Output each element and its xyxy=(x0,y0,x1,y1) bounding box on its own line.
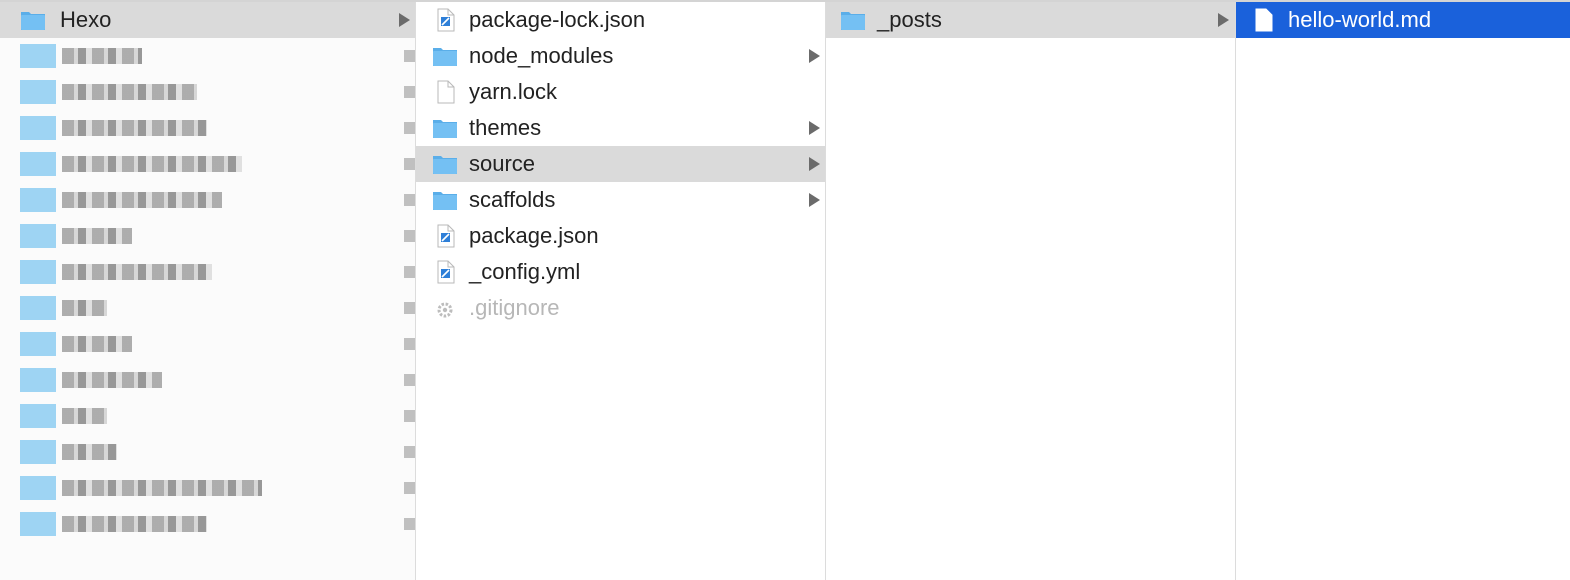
folder-icon xyxy=(433,156,457,174)
chevron-right-icon xyxy=(809,157,820,171)
blurred-folder-icon xyxy=(20,440,56,464)
list-item-label: yarn.lock xyxy=(469,79,558,104)
list-item[interactable]: _config.yml xyxy=(416,254,825,290)
blurred-folder-icon xyxy=(20,368,56,392)
blurred-chevron-icon xyxy=(404,482,415,494)
blurred-label xyxy=(62,120,207,136)
blurred-label xyxy=(62,516,207,532)
column-hexo[interactable]: package-lock.json node_modules yarn.lock th… xyxy=(416,2,826,580)
blurred-label xyxy=(62,48,142,64)
folder-icon xyxy=(21,12,45,30)
column-posts[interactable]: hello-world.md xyxy=(1236,2,1570,580)
list-item-hexo[interactable]: Hexo xyxy=(0,2,415,38)
list-item-label: package.json xyxy=(469,223,599,248)
list-item[interactable]: scaffolds xyxy=(416,182,825,218)
list-item-label: .gitignore xyxy=(469,295,560,320)
folder-icon xyxy=(841,12,865,30)
blurred-chevron-icon xyxy=(404,86,415,98)
blurred-chevron-icon xyxy=(404,446,415,458)
folder-icon xyxy=(433,48,457,66)
list-item-label: themes xyxy=(469,115,542,140)
blurred-label xyxy=(62,156,242,172)
list-item-label: source xyxy=(469,151,536,176)
blurred-label xyxy=(62,372,162,388)
blurred-chevron-icon xyxy=(404,50,415,62)
chevron-right-icon xyxy=(809,49,820,63)
blurred-folder-icon xyxy=(20,224,56,248)
list-item[interactable]: package-lock.json xyxy=(416,2,825,38)
blurred-label xyxy=(62,228,132,244)
blurred-chevron-icon xyxy=(404,194,415,206)
list-item-label: Hexo xyxy=(60,7,112,32)
json-file-icon xyxy=(437,8,455,32)
gear-icon xyxy=(437,302,453,318)
chevron-right-icon xyxy=(1218,13,1229,27)
list-item-label: package-lock.json xyxy=(469,7,646,32)
blurred-folder-icon xyxy=(20,80,56,104)
document-icon xyxy=(1255,8,1273,32)
blurred-folder-icon xyxy=(20,512,56,536)
blurred-folder-icon xyxy=(20,332,56,356)
list-item[interactable]: node_modules xyxy=(416,38,825,74)
blurred-chevron-icon xyxy=(404,158,415,170)
list-item-label: _posts xyxy=(877,7,942,32)
blurred-label xyxy=(62,408,107,424)
list-item-label: node_modules xyxy=(469,43,614,68)
blurred-folder-icon xyxy=(20,476,56,500)
chevron-right-icon xyxy=(809,121,820,135)
blurred-chevron-icon xyxy=(404,338,415,350)
list-item[interactable]: .gitignore xyxy=(416,290,825,326)
yml-file-icon xyxy=(437,260,455,284)
blurred-label xyxy=(62,84,197,100)
blurred-folder-icon xyxy=(20,44,56,68)
list-item-label: _config.yml xyxy=(469,259,581,284)
blurred-label xyxy=(62,300,107,316)
blurred-folder-icon xyxy=(20,152,56,176)
blurred-folder-icon xyxy=(20,260,56,284)
blurred-folder-icon xyxy=(20,404,56,428)
blurred-chevron-icon xyxy=(404,518,415,530)
blurred-folder-icon xyxy=(20,296,56,320)
blurred-label xyxy=(62,264,212,280)
list-item[interactable]: source xyxy=(416,146,825,182)
blurred-label xyxy=(62,444,117,460)
blurred-folder-icon xyxy=(20,116,56,140)
json-file-icon xyxy=(437,224,455,248)
column-source[interactable]: _posts xyxy=(826,2,1236,580)
list-item[interactable]: hello-world.md xyxy=(1236,2,1570,38)
folder-icon xyxy=(433,120,457,138)
list-item-label: scaffolds xyxy=(469,187,556,212)
blurred-chevron-icon xyxy=(404,230,415,242)
list-item[interactable]: _posts xyxy=(826,2,1235,38)
blurred-chevron-icon xyxy=(404,302,415,314)
chevron-right-icon xyxy=(399,13,410,27)
finder-column-browser: Hexo package-lock.json node_modules yarn.l… xyxy=(0,0,1570,580)
blurred-label xyxy=(62,480,262,496)
document-icon xyxy=(437,80,455,104)
list-item[interactable]: yarn.lock xyxy=(416,74,825,110)
folder-icon xyxy=(433,192,457,210)
column-root[interactable]: Hexo xyxy=(0,2,416,580)
chevron-right-icon xyxy=(809,193,820,207)
list-item[interactable]: themes xyxy=(416,110,825,146)
blurred-chevron-icon xyxy=(404,266,415,278)
blurred-label xyxy=(62,336,132,352)
blurred-label xyxy=(62,192,222,208)
blurred-chevron-icon xyxy=(404,374,415,386)
blurred-chevron-icon xyxy=(404,410,415,422)
list-item-label: hello-world.md xyxy=(1288,7,1432,32)
blurred-folder-icon xyxy=(20,188,56,212)
list-item[interactable]: package.json xyxy=(416,218,825,254)
blurred-chevron-icon xyxy=(404,122,415,134)
